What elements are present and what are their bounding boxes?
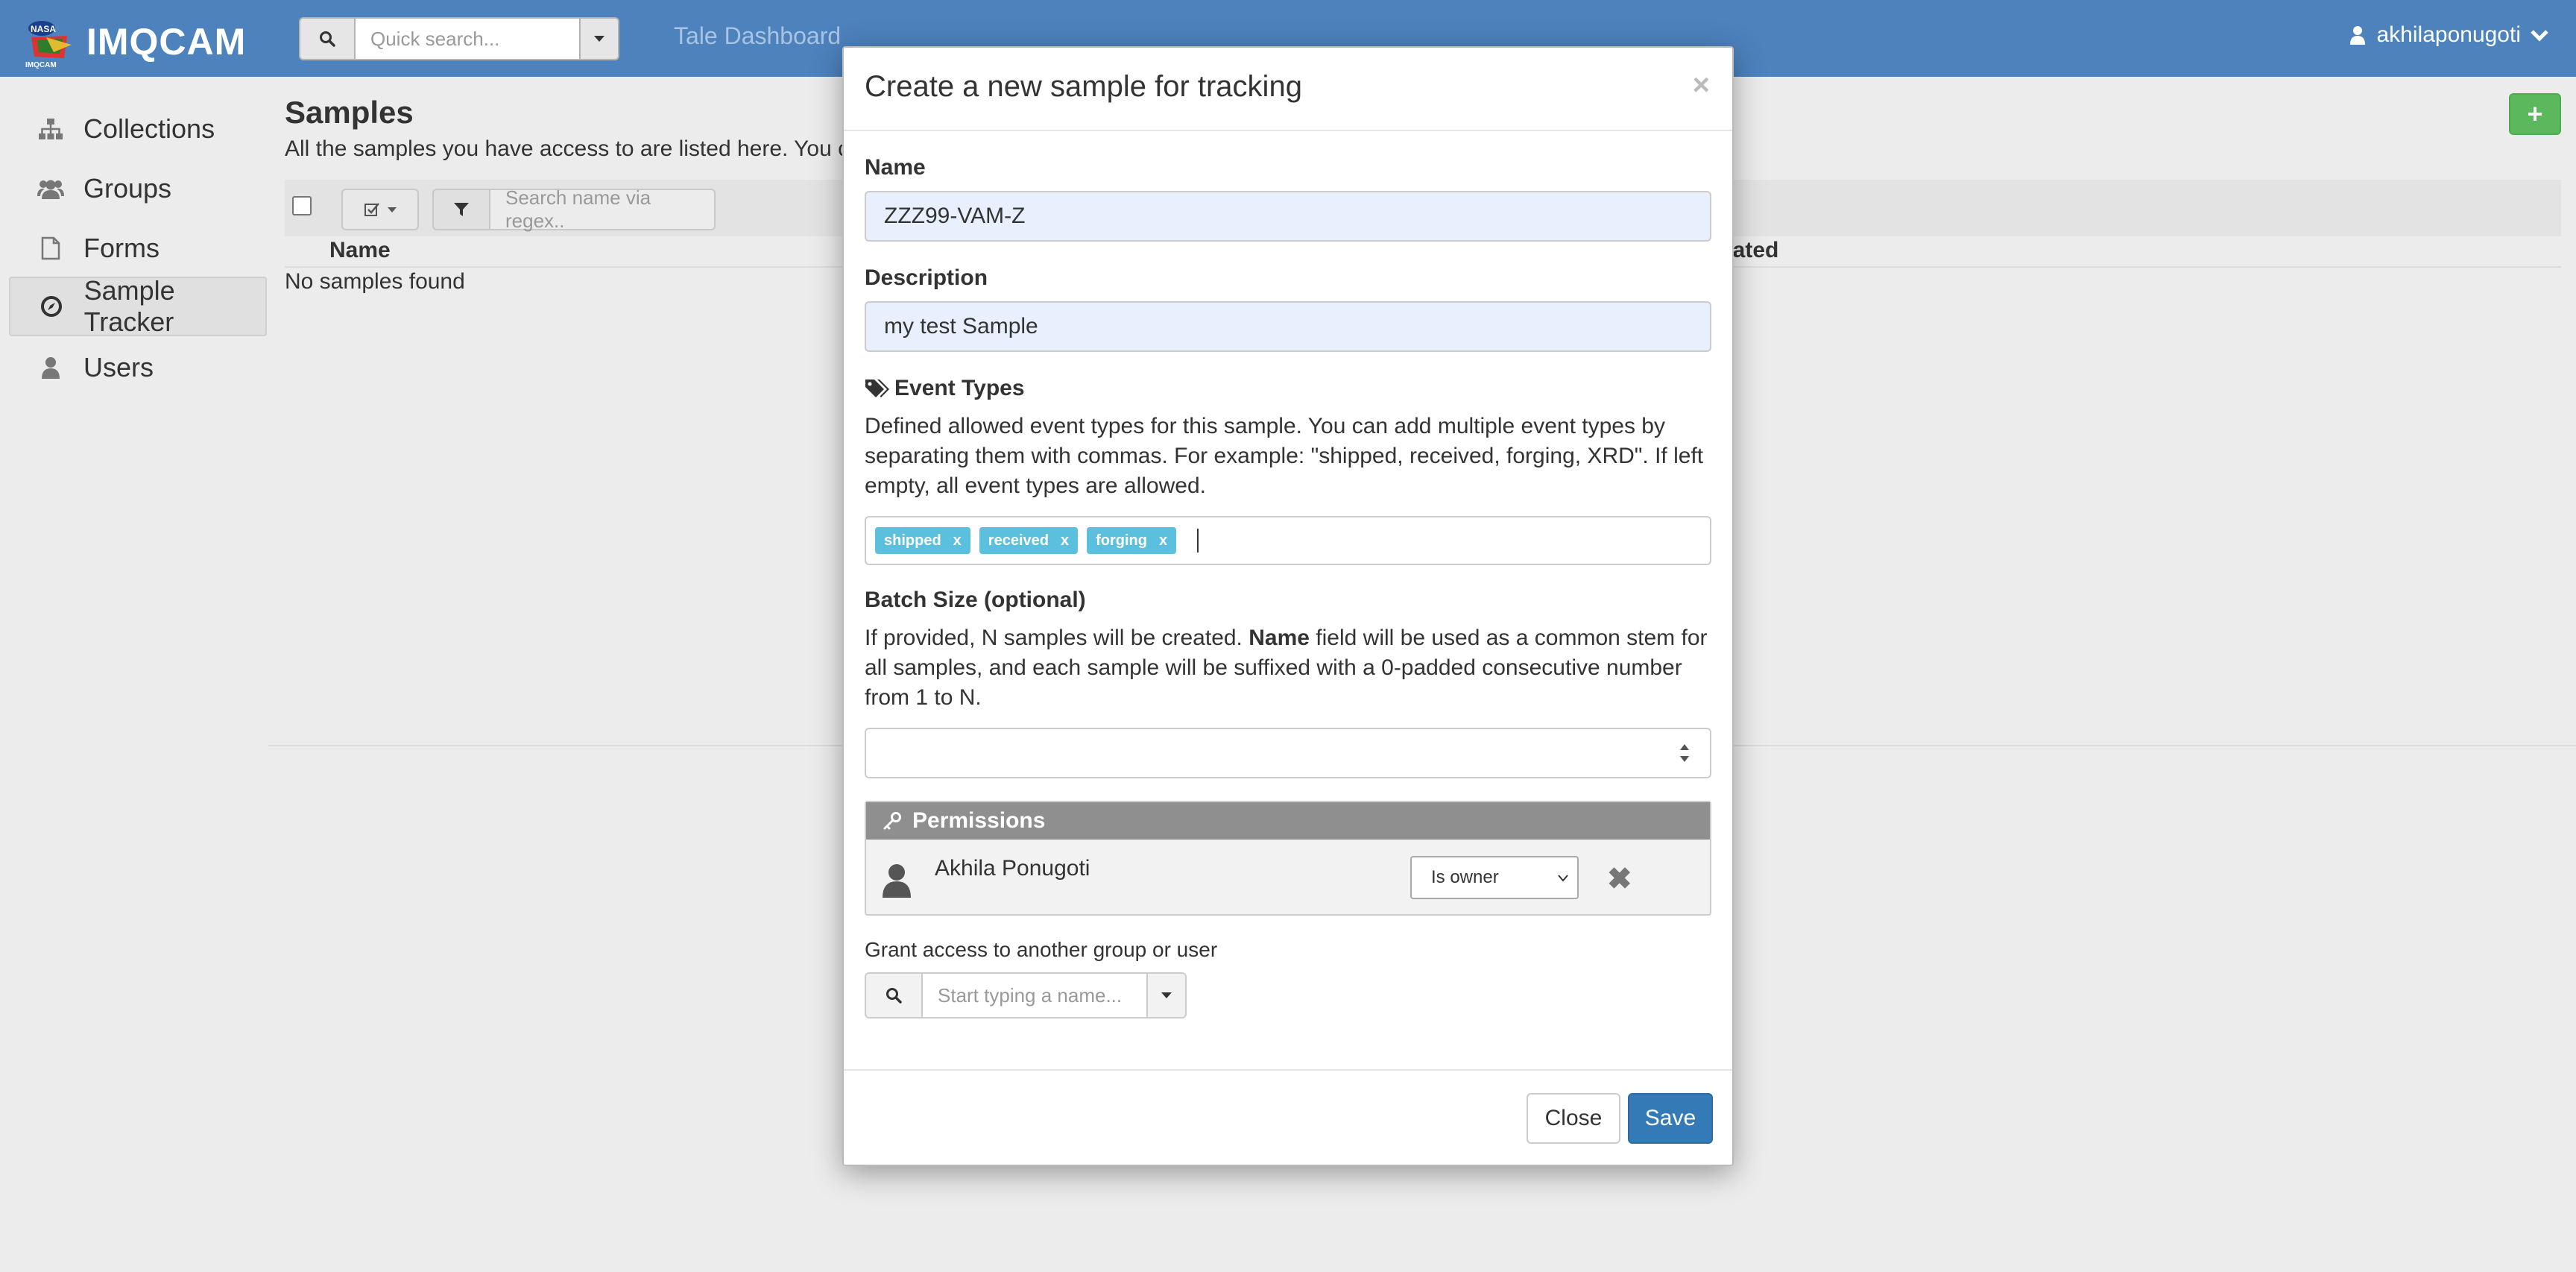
tag-received: received x: [979, 527, 1079, 554]
user-avatar-icon: [883, 863, 911, 901]
number-spinner-icon[interactable]: [1677, 740, 1692, 766]
batch-size-help: If provided, N samples will be created. …: [865, 623, 1711, 713]
permissions-header: Permissions: [866, 802, 1710, 840]
tag-forging: forging x: [1087, 527, 1177, 554]
tag-remove-button[interactable]: x: [1061, 532, 1069, 550]
batch-size-label: Batch Size (optional): [865, 588, 1086, 612]
tag-remove-button[interactable]: x: [1159, 532, 1167, 550]
tag-label: received: [988, 532, 1049, 549]
key-icon: [883, 812, 901, 830]
chevron-down-icon: [1558, 875, 1568, 882]
batch-help-pre: If provided, N samples will be created.: [865, 626, 1249, 650]
modal-title: Create a new sample for tracking: [865, 70, 1302, 103]
grant-access-label: Grant access to another group or user: [865, 938, 1218, 961]
text-cursor: [1197, 529, 1199, 552]
permission-user-name: Akhila Ponugoti: [935, 856, 1090, 881]
permission-level-value: Is owner: [1431, 867, 1499, 887]
description-input[interactable]: my test Sample: [865, 301, 1711, 352]
name-label: Name: [865, 155, 926, 180]
grant-search-button[interactable]: [865, 972, 923, 1018]
create-sample-modal: Create a new sample for tracking × Name …: [842, 46, 1734, 1166]
modal-close-icon[interactable]: ×: [1693, 69, 1710, 102]
permissions-title: Permissions: [912, 808, 1046, 833]
event-types-label: Event Types: [894, 376, 1025, 400]
tags-icon: [865, 380, 889, 397]
tag-remove-button[interactable]: x: [953, 532, 962, 550]
batch-help-bold: Name: [1248, 626, 1310, 650]
tag-label: shipped: [884, 532, 941, 549]
event-types-help: Defined allowed event types for this sam…: [865, 414, 1704, 498]
grant-search-input[interactable]: Start typing a name...: [923, 972, 1148, 1018]
grant-search-dropdown[interactable]: [1148, 972, 1187, 1018]
remove-permission-icon[interactable]: ✖: [1607, 862, 1632, 896]
grant-access-search: Start typing a name...: [865, 972, 1187, 1018]
permission-level-select[interactable]: Is owner: [1410, 856, 1579, 899]
event-types-label-row: Event Types: [865, 376, 1025, 401]
modal-footer: Close Save: [844, 1069, 1732, 1166]
tag-shipped: shipped x: [875, 527, 970, 554]
close-button[interactable]: Close: [1527, 1093, 1620, 1144]
name-input[interactable]: ZZZ99-VAM-Z: [865, 191, 1711, 242]
permissions-panel: Permissions Akhila Ponugoti Is owner ✖: [865, 801, 1711, 916]
event-types-tag-input[interactable]: shipped x received x forging x: [865, 516, 1711, 565]
description-label: Description: [865, 265, 988, 290]
batch-size-input[interactable]: [865, 728, 1711, 778]
caret-down-icon: [1161, 992, 1172, 998]
modal-header: Create a new sample for tracking ×: [844, 48, 1732, 131]
save-button[interactable]: Save: [1628, 1093, 1713, 1144]
search-icon: [886, 988, 902, 1004]
tag-label: forging: [1096, 532, 1147, 549]
